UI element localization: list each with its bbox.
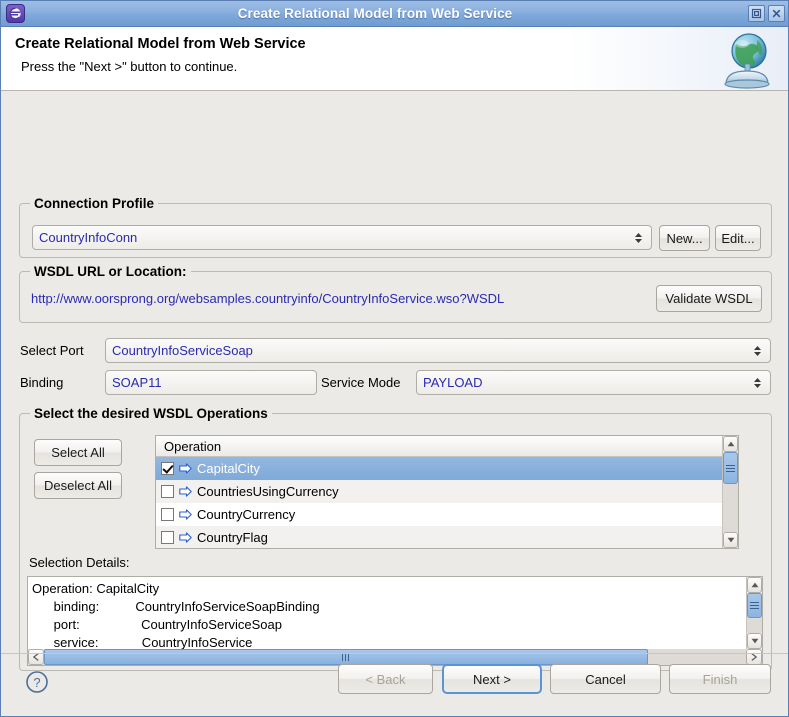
svg-text:?: ? [33, 675, 40, 690]
service-mode-label: Service Mode [321, 375, 400, 390]
maximize-button[interactable] [748, 5, 765, 22]
cancel-button[interactable]: Cancel [550, 664, 661, 694]
binding-label: Binding [20, 375, 63, 390]
title-bar: Create Relational Model from Web Service [1, 1, 788, 27]
wizard-header: Create Relational Model from Web Service… [1, 27, 788, 91]
new-connection-button[interactable]: New... [659, 225, 710, 251]
window-title: Create Relational Model from Web Service [5, 6, 745, 21]
scroll-grip-icon [726, 463, 735, 474]
deselect-all-label: Deselect All [44, 478, 112, 493]
connection-profile-label: Connection Profile [30, 196, 158, 211]
finish-button[interactable]: Finish [669, 664, 771, 694]
selection-details-label: Selection Details: [29, 555, 129, 570]
next-label: Next > [473, 672, 511, 687]
service-mode-value: PAYLOAD [423, 375, 747, 390]
edit-connection-button[interactable]: Edit... [715, 225, 761, 251]
operation-label: CountryFlag [197, 530, 268, 545]
scroll-up-arrow-icon[interactable] [723, 436, 738, 452]
dialog-footer: ? < Back Next > Cancel Finish [1, 653, 788, 716]
operations-scroll-thumb[interactable] [723, 452, 738, 484]
scroll-down-arrow-icon[interactable] [723, 532, 738, 548]
table-row[interactable]: CapitalCity [156, 457, 738, 480]
back-label: < Back [365, 672, 405, 687]
operation-checkbox[interactable] [161, 462, 174, 475]
service-mode-combo[interactable]: PAYLOAD [416, 370, 771, 395]
wsdl-url-label: WSDL URL or Location: [30, 264, 191, 279]
globe-web-service-icon [712, 28, 778, 90]
wsdl-operations-label: Select the desired WSDL Operations [30, 406, 272, 421]
details-scroll-track[interactable] [747, 593, 762, 633]
scroll-up-arrow-icon[interactable] [747, 577, 762, 593]
scroll-grip-icon [750, 600, 759, 611]
operations-scroll-track[interactable] [723, 452, 738, 532]
selection-details-text: Operation: CapitalCity binding: CountryI… [28, 577, 762, 652]
dialog-window: Create Relational Model from Web Service… [0, 0, 789, 717]
operations-column-header[interactable]: Operation [156, 436, 738, 457]
finish-label: Finish [703, 672, 738, 687]
help-icon[interactable]: ? [25, 670, 49, 697]
details-vertical-scrollbar[interactable] [746, 577, 762, 649]
operation-arrow-icon [179, 486, 192, 497]
edit-connection-label: Edit... [721, 231, 754, 246]
chevron-updown-icon [632, 231, 645, 245]
details-scroll-thumb[interactable] [747, 593, 762, 618]
table-row[interactable]: CountriesUsingCurrency [156, 480, 738, 503]
operations-vertical-scrollbar[interactable] [722, 436, 738, 548]
operation-arrow-icon [179, 532, 192, 543]
select-all-label: Select All [51, 445, 104, 460]
select-port-combo[interactable]: CountryInfoServiceSoap [105, 338, 771, 363]
next-button[interactable]: Next > [442, 664, 542, 694]
operation-arrow-icon [179, 509, 192, 520]
page-title: Create Relational Model from Web Service [15, 36, 788, 52]
scroll-down-arrow-icon[interactable] [747, 633, 762, 649]
new-connection-label: New... [666, 231, 702, 246]
table-row[interactable]: CountryFlag [156, 526, 738, 549]
page-subtitle: Press the "Next >" button to continue. [15, 59, 788, 74]
chevron-updown-icon [751, 376, 764, 390]
operation-column-label: Operation [164, 439, 221, 454]
wsdl-url-text[interactable]: http://www.oorsprong.org/websamples.coun… [31, 291, 504, 306]
select-port-value: CountryInfoServiceSoap [112, 343, 747, 358]
binding-value: SOAP11 [112, 375, 310, 390]
select-port-label: Select Port [20, 343, 84, 358]
operation-checkbox[interactable] [161, 508, 174, 521]
operation-label: CountryCurrency [197, 507, 295, 522]
operations-table[interactable]: Operation CapitalCity CountriesUsingCurre… [155, 435, 739, 549]
close-button[interactable] [768, 5, 785, 22]
validate-wsdl-button[interactable]: Validate WSDL [656, 285, 762, 312]
connection-profile-combo[interactable]: CountryInfoConn [32, 225, 652, 250]
binding-field[interactable]: SOAP11 [105, 370, 317, 395]
connection-profile-value: CountryInfoConn [39, 230, 628, 245]
deselect-all-button[interactable]: Deselect All [34, 472, 122, 499]
operation-checkbox[interactable] [161, 485, 174, 498]
cancel-label: Cancel [585, 672, 625, 687]
operation-checkbox[interactable] [161, 531, 174, 544]
select-all-button[interactable]: Select All [34, 439, 122, 466]
operation-label: CapitalCity [197, 461, 260, 476]
operation-label: CountriesUsingCurrency [197, 484, 339, 499]
back-button[interactable]: < Back [338, 664, 433, 694]
table-row[interactable]: CountryCurrency [156, 503, 738, 526]
validate-wsdl-label: Validate WSDL [665, 291, 752, 306]
chevron-updown-icon [751, 344, 764, 358]
operations-rows: CapitalCity CountriesUsingCurrency Country… [156, 457, 738, 549]
dialog-body: Connection Profile CountryInfoConn New..… [1, 91, 788, 653]
operation-arrow-icon [179, 463, 192, 474]
